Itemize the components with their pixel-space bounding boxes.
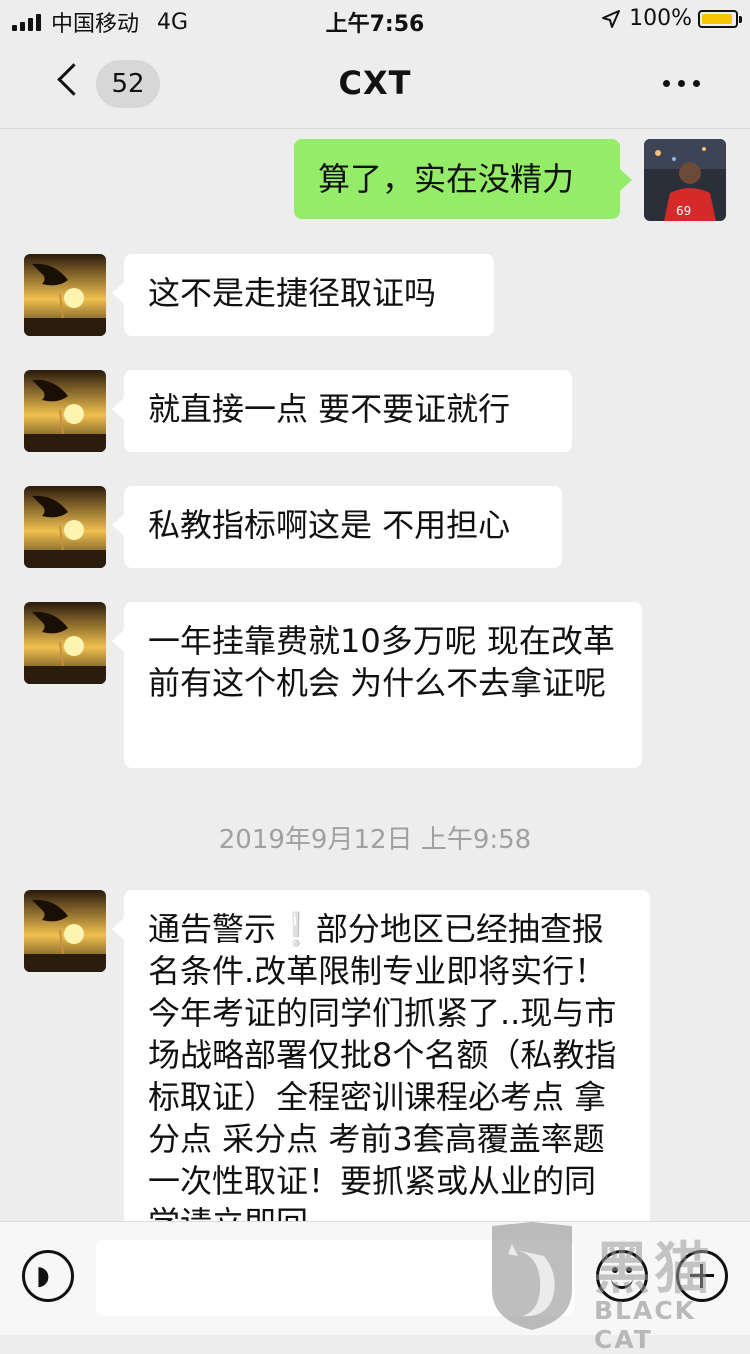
contact-avatar[interactable] [24,254,106,336]
plus-icon[interactable] [676,1250,728,1302]
message-bubble-outgoing[interactable]: 算了，实在没精力 [294,139,632,219]
contact-avatar[interactable] [24,370,106,452]
contact-avatar[interactable] [24,602,106,684]
emoji-icon[interactable] [596,1250,648,1302]
message-bubble-incoming[interactable]: 通告警示❕部分地区已经抽查报名条件.改革限制专业即将实行！今年考证的同学们抓紧了… [112,890,650,1221]
svg-text:69: 69 [676,204,691,218]
message-timestamp: 2019年9月12日 上午9:58 [218,825,532,855]
message-bubble-incoming[interactable]: 私教指标啊这是 不用担心 [112,486,562,568]
battery-percent: 100% [629,6,692,31]
status-bar: 中国移动 4G 上午7:56 100% [0,0,750,40]
message-bubble-incoming[interactable]: 就直接一点 要不要证就行 [112,370,572,452]
location-arrow-icon [602,9,621,28]
chat-header: 52 CXT [0,40,750,129]
contact-avatar[interactable] [24,486,106,568]
message-list[interactable]: 算了，实在没精力 69 这不是走捷径取证吗 就直接一点 要不要证就行 私教指标啊… [0,129,750,1221]
contact-avatar[interactable] [24,890,106,972]
voice-icon[interactable]: ◗ [22,1250,74,1302]
chat-title: CXT [338,64,412,102]
message-input[interactable] [96,1240,574,1316]
battery-icon [698,9,742,28]
more-dots-icon[interactable] [663,80,700,87]
message-bubble-incoming[interactable]: 一年挂靠费就10多万呢 现在改革前有这个机会 为什么不去拿证呢 [112,602,642,768]
message-bubble-incoming[interactable]: 这不是走捷径取证吗 [112,254,494,336]
input-bar: ◗ [0,1221,750,1335]
status-right: 100% [601,6,742,31]
my-avatar[interactable]: 69 [644,139,726,221]
